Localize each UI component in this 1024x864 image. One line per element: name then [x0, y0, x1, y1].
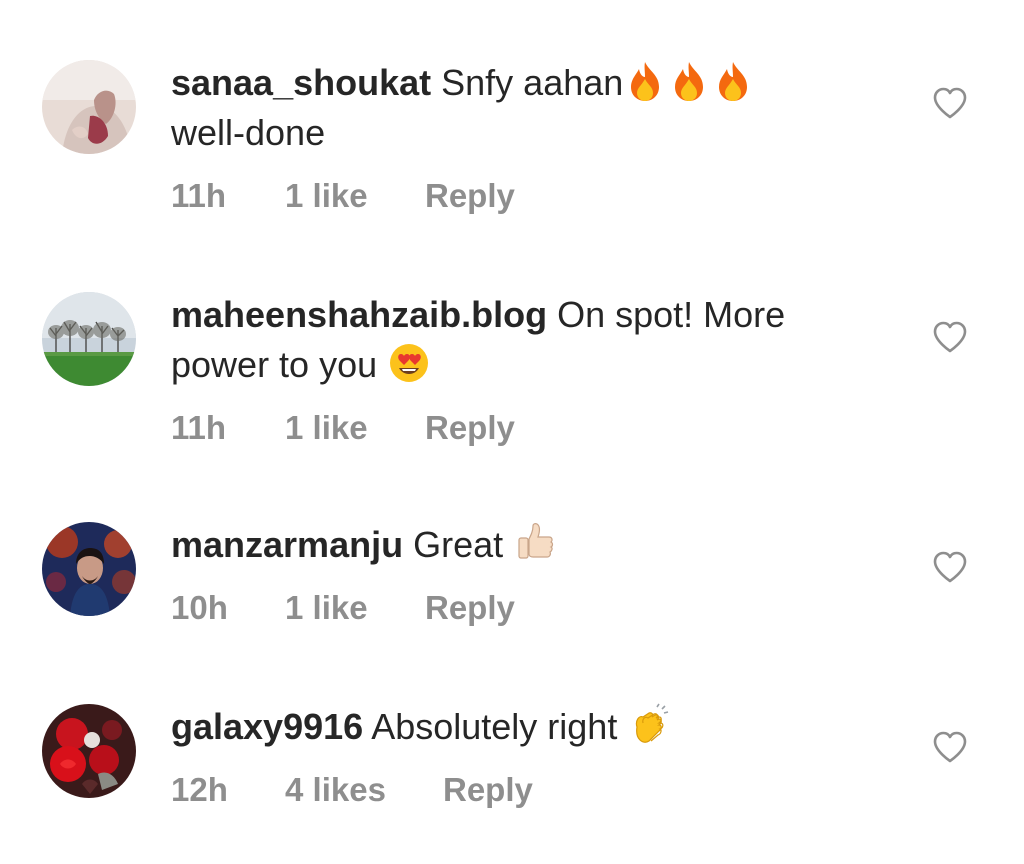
heart-outline-icon[interactable] — [932, 320, 968, 354]
comment-text: maheenshahzaib.blog On spot! More power … — [171, 290, 891, 390]
comment-username[interactable]: sanaa_shoukat — [171, 62, 431, 103]
comment-time: 12h — [171, 771, 228, 808]
comment-username[interactable]: maheenshahzaib.blog — [171, 294, 547, 335]
reply-button[interactable]: Reply — [425, 588, 515, 628]
comment-text: galaxy9916 Absolutely right — [171, 702, 891, 752]
thumbs-up-emoji-icon — [513, 521, 557, 565]
heart-outline-icon[interactable] — [932, 86, 968, 120]
comment-meta: 11h 1 like Reply — [171, 408, 891, 448]
comment-meta: 12h 4 likes Reply — [171, 770, 891, 810]
comment-likes[interactable]: 1 like — [285, 408, 425, 448]
avatar[interactable] — [42, 292, 136, 386]
avatar-image — [42, 522, 136, 616]
heart-outline-icon[interactable] — [932, 730, 968, 764]
comment-message-line2: well-done — [171, 112, 326, 153]
fire-emoji-icon — [623, 59, 667, 103]
avatar-image — [42, 704, 136, 798]
comment-time: 10h — [171, 589, 228, 626]
avatar[interactable] — [42, 522, 136, 616]
comment-message: Snfy aahan — [441, 62, 624, 103]
comment-time: 11h — [171, 409, 227, 446]
heart-eyes-emoji-icon — [387, 341, 431, 385]
avatar[interactable] — [42, 704, 136, 798]
fire-emoji-icon — [711, 59, 755, 103]
fire-emoji-icon — [667, 59, 711, 103]
comment-message: Great — [413, 524, 504, 565]
reply-button[interactable]: Reply — [443, 770, 533, 810]
comment-message: Absolutely right — [371, 706, 618, 747]
comment-username[interactable]: manzarmanju — [171, 524, 403, 565]
comment-likes[interactable]: 1 like — [285, 176, 425, 216]
comment-text: sanaa_shoukat Snfy aahan well-done — [171, 58, 891, 158]
comment-message: On spot! More — [557, 294, 786, 335]
comment-meta: 10h 1 like Reply — [171, 588, 891, 628]
comment-meta: 11h 1 like Reply — [171, 176, 891, 216]
comment-time: 11h — [171, 177, 227, 214]
comment-likes[interactable]: 1 like — [285, 588, 425, 628]
avatar[interactable] — [42, 60, 136, 154]
reply-button[interactable]: Reply — [425, 408, 515, 448]
comment-text: manzarmanju Great — [171, 520, 891, 570]
comment-likes[interactable]: 4 likes — [285, 770, 443, 810]
comment-message-line2: power to you — [171, 344, 378, 385]
avatar-image — [42, 292, 136, 386]
comment-username[interactable]: galaxy9916 — [171, 706, 363, 747]
avatar-image — [42, 60, 136, 154]
clapping-hands-emoji-icon — [627, 703, 671, 747]
reply-button[interactable]: Reply — [425, 176, 515, 216]
heart-outline-icon[interactable] — [932, 550, 968, 584]
